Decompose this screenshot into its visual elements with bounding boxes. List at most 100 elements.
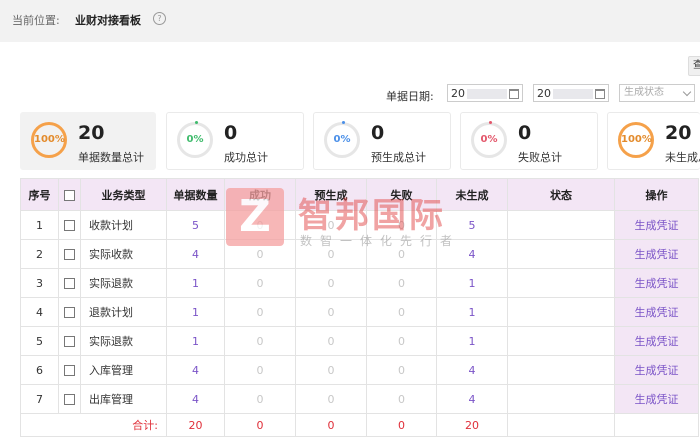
doc-count[interactable]: 5 (166, 210, 225, 240)
column-header: 业务类型 (80, 178, 167, 211)
row-checkbox[interactable] (64, 220, 75, 231)
progress-ring: 100% (31, 122, 67, 158)
business-type: 入库管理 (80, 355, 167, 385)
failed-count: 0 (366, 297, 437, 327)
column-header: 序号 (20, 178, 59, 211)
generate-voucher-link[interactable]: 生成凭证 (614, 355, 699, 385)
question-circle-icon[interactable]: ? (153, 12, 166, 25)
row-checkbox[interactable] (64, 336, 75, 347)
total-not-generated-count: 20 (436, 413, 508, 437)
table-row: 7 出库管理 4 0 0 0 4 生成凭证 (20, 384, 699, 414)
breadcrumb-label: 当前位置: (12, 14, 60, 27)
status-select[interactable]: 生成状态 (619, 84, 695, 102)
row-status (507, 384, 615, 414)
doc-count[interactable]: 4 (166, 355, 225, 385)
stat-card-pregenerated: 0% 0 预生成总计 (313, 112, 451, 170)
row-select-cell (58, 384, 81, 414)
row-checkbox[interactable] (64, 249, 75, 260)
table-header-row: 序号 业务类型 单据数量 成功 预生成 失败 未生成 状态 操作 (20, 178, 699, 211)
row-number: 4 (20, 297, 59, 327)
not-generated-count[interactable]: 4 (436, 355, 508, 385)
not-generated-count[interactable]: 4 (436, 239, 508, 269)
row-checkbox[interactable] (64, 278, 75, 289)
status-select-placeholder: 生成状态 (624, 87, 664, 98)
failed-count: 0 (366, 268, 437, 298)
page-title: 业财对接看板 (75, 14, 141, 27)
not-generated-count[interactable]: 1 (436, 268, 508, 298)
generate-voucher-link[interactable]: 生成凭证 (614, 210, 699, 240)
pregenerated-count: 0 (295, 326, 367, 356)
progress-percent: 0% (333, 134, 351, 145)
row-number: 7 (20, 384, 59, 414)
not-generated-count[interactable]: 1 (436, 297, 508, 327)
row-status (507, 239, 615, 269)
table-row: 4 退款计划 1 0 0 0 1 生成凭证 (20, 297, 699, 327)
stat-card-failed: 0% 0 失败总计 (460, 112, 598, 170)
doc-count[interactable]: 4 (166, 239, 225, 269)
table-row: 3 实际退款 1 0 0 0 1 生成凭证 (20, 268, 699, 298)
total-failed-count: 0 (366, 413, 437, 437)
table-total-row: 合计: 20 0 0 0 20 (20, 413, 699, 437)
doc-count[interactable]: 1 (166, 326, 225, 356)
doc-count[interactable]: 1 (166, 268, 225, 298)
table-row: 1 收款计划 5 0 0 0 5 生成凭证 (20, 210, 699, 240)
progress-ring: 0% (324, 121, 360, 158)
search-button[interactable]: 查 (688, 56, 700, 76)
date-start-input[interactable]: 20 (447, 84, 523, 102)
total-success-count: 0 (224, 413, 296, 437)
total-pregenerated-count: 0 (295, 413, 367, 437)
stat-card-success: 0% 0 成功总计 (166, 112, 304, 170)
table-row: 5 实际退款 1 0 0 0 1 生成凭证 (20, 326, 699, 356)
not-generated-count[interactable]: 5 (436, 210, 508, 240)
generate-voucher-link[interactable]: 生成凭证 (614, 268, 699, 298)
pregenerated-count: 0 (295, 210, 367, 240)
stat-label: 预生成总计 (371, 151, 426, 164)
business-type: 出库管理 (80, 384, 167, 414)
generate-voucher-link[interactable]: 生成凭证 (614, 326, 699, 356)
column-header: 操作 (614, 178, 699, 211)
pregenerated-count: 0 (295, 297, 367, 327)
row-checkbox[interactable] (64, 365, 75, 376)
not-generated-count[interactable]: 4 (436, 384, 508, 414)
success-count: 0 (224, 384, 296, 414)
row-checkbox[interactable] (64, 394, 75, 405)
pregenerated-count: 0 (295, 355, 367, 385)
business-type: 退款计划 (80, 297, 167, 327)
generate-voucher-link[interactable]: 生成凭证 (614, 384, 699, 414)
doc-count[interactable]: 4 (166, 384, 225, 414)
business-type: 实际退款 (80, 268, 167, 298)
pregenerated-count: 0 (295, 384, 367, 414)
stat-value: 20 (78, 122, 105, 144)
row-checkbox[interactable] (64, 307, 75, 318)
progress-percent: 100% (621, 134, 652, 145)
generate-voucher-link[interactable]: 生成凭证 (614, 297, 699, 327)
failed-count: 0 (366, 210, 437, 240)
column-header: 成功 (224, 178, 296, 211)
pregenerated-count: 0 (295, 239, 367, 269)
row-number: 3 (20, 268, 59, 298)
date-end-input[interactable]: 20 (533, 84, 609, 102)
select-all-checkbox[interactable] (64, 189, 75, 201)
table-row: 6 入库管理 4 0 0 0 4 生成凭证 (20, 355, 699, 385)
row-status (507, 355, 615, 385)
progress-percent: 100% (34, 134, 65, 145)
stat-label: 成功总计 (224, 151, 268, 164)
row-status (507, 297, 615, 327)
date-start-value: 20 (451, 87, 465, 100)
row-select-cell (58, 355, 81, 385)
row-number: 1 (20, 210, 59, 240)
failed-count: 0 (366, 326, 437, 356)
column-header: 单据数量 (166, 178, 225, 211)
chevron-down-icon (682, 87, 692, 97)
calendar-icon[interactable] (595, 89, 605, 99)
business-type: 收款计划 (80, 210, 167, 240)
generate-voucher-link[interactable]: 生成凭证 (614, 239, 699, 269)
progress-percent: 0% (186, 134, 204, 145)
doc-count[interactable]: 1 (166, 297, 225, 327)
date-filter-label: 单据日期: (386, 90, 434, 103)
success-count: 0 (224, 326, 296, 356)
not-generated-count[interactable]: 1 (436, 326, 508, 356)
calendar-icon[interactable] (509, 89, 519, 99)
column-header: 状态 (507, 178, 615, 211)
progress-ring: 100% (618, 122, 654, 158)
